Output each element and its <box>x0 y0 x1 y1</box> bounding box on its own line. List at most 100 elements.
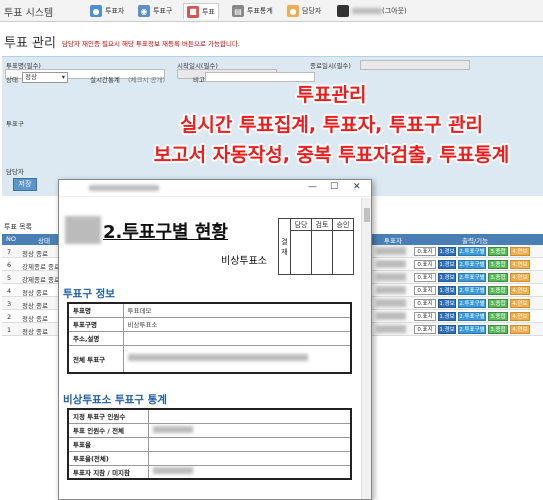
row-voter-redacted <box>376 286 406 294</box>
tab-voter[interactable]: ● 투표자 <box>87 3 127 19</box>
report-button[interactable]: 1.경보 <box>438 325 456 334</box>
all-button[interactable]: 3.종합 <box>488 299 508 308</box>
approval-col-2: 검토 <box>311 218 333 231</box>
voter-button[interactable]: 0.표지 <box>414 260 436 269</box>
precinct-stats-table: 지정 투표구 인원수 투표 인원수 / 전체 투표율 투표율(전체) 투표자 지… <box>67 408 352 480</box>
stats-row: 투표 인원수 / 전체 <box>68 423 351 438</box>
stats-label: 투표자 지참 / 미지참 <box>68 465 149 480</box>
page-note: 담당자 재인증 필요시 해당 투표정보 재등록 버튼으로 가능합니다. <box>62 40 240 48</box>
status-select-value: 정상 <box>25 73 37 81</box>
voter-button[interactable]: 0.표지 <box>414 299 436 308</box>
minimize-icon[interactable]: — <box>308 182 317 192</box>
stats-value-redacted <box>148 423 351 438</box>
precinct-button[interactable]: 2.투표구별 <box>458 312 486 321</box>
col-output: 출력/기능 <box>462 237 489 245</box>
stats-row: 투표율 <box>68 437 351 452</box>
stats-button[interactable]: 4.연보 <box>510 325 530 334</box>
info-label: 주소,설명 <box>68 331 124 346</box>
chart-icon: ▤ <box>232 5 244 17</box>
row-status: 정상 종료 <box>22 315 48 323</box>
report-button[interactable]: 1.경보 <box>438 299 456 308</box>
all-button[interactable]: 3.종합 <box>488 286 508 295</box>
voter-button[interactable]: 0.표지 <box>414 286 436 295</box>
popup-title-redacted <box>89 185 159 191</box>
stats-value-redacted <box>148 465 351 480</box>
tab-vote[interactable]: ■ 투표 <box>183 3 219 19</box>
person-icon: ● <box>287 5 299 17</box>
voter-button[interactable]: 0.표지 <box>414 312 436 321</box>
report-button[interactable]: 1.경보 <box>438 260 456 269</box>
end-date-input[interactable] <box>360 60 470 70</box>
precinct-label: 투표구 <box>6 120 24 128</box>
tab-statistics[interactable]: ▤ 투표통계 <box>229 3 276 19</box>
report-button[interactable]: 1.경보 <box>438 273 456 282</box>
user-name-redacted <box>352 8 382 14</box>
stats-value <box>148 409 351 424</box>
stats-button[interactable]: 4.연보 <box>510 299 530 308</box>
stats-button[interactable]: 4.연보 <box>510 312 530 321</box>
logout-label: (그아웃) <box>382 7 407 15</box>
info-row: 주소,설명 <box>68 331 351 346</box>
row-no: 7 <box>7 248 12 256</box>
list-title: 투표 목록 <box>4 223 32 231</box>
top-navigation: 투표 시스템 ● 투표자 ◉ 투표구 ■ 투표 ▤ 투표통계 ● 담당자 (그아… <box>0 0 543 22</box>
voter-button[interactable]: 0.표지 <box>414 325 436 334</box>
stats-button[interactable]: 4.연보 <box>510 247 530 256</box>
row-status: 정상 종료 <box>22 328 48 336</box>
stats-button[interactable]: 4.연보 <box>510 286 530 295</box>
precinct-button[interactable]: 2.투표구별 <box>458 325 486 334</box>
scrollbar-thumb[interactable] <box>364 208 370 222</box>
precinct-button[interactable]: 2.투표구별 <box>458 299 486 308</box>
logo-redacted <box>65 216 101 244</box>
report-button[interactable]: 1.경보 <box>438 312 456 321</box>
stats-button[interactable]: 4.연보 <box>510 260 530 269</box>
user-icon: ● <box>90 5 102 17</box>
row-status: 강제종료 종료 <box>22 276 60 284</box>
row-no: 2 <box>7 313 12 321</box>
approval-side-label: 결재 <box>278 218 291 275</box>
voter-button[interactable]: 0.표지 <box>414 273 436 282</box>
all-button[interactable]: 3.종합 <box>488 260 508 269</box>
maximize-icon[interactable]: ☐ <box>330 182 338 192</box>
stats-row: 지정 투표구 인원수 <box>68 409 351 424</box>
popup-titlebar[interactable]: — ☐ ✕ <box>59 180 371 197</box>
stats-row: 투표자 지참 / 미지참 <box>68 465 351 480</box>
all-button[interactable]: 3.종합 <box>488 312 508 321</box>
stats-button[interactable]: 4.연보 <box>510 273 530 282</box>
precinct-button[interactable]: 2.투표구별 <box>458 247 486 256</box>
stats-label: 투표율(전체) <box>68 451 149 466</box>
page-title: 투표 관리 <box>4 36 56 51</box>
row-no: 3 <box>7 300 12 308</box>
row-no: 6 <box>7 261 12 269</box>
ballot-icon: ■ <box>187 5 199 18</box>
tab-manager[interactable]: ● 담당자 <box>284 3 324 19</box>
col-no: NO <box>6 235 16 243</box>
precinct-button[interactable]: 2.투표구별 <box>458 260 486 269</box>
approval-sign-3[interactable] <box>332 230 354 275</box>
precinct-button[interactable]: 2.투표구별 <box>458 273 486 282</box>
popup-scrollbar[interactable] <box>361 198 371 499</box>
row-status: 강제종료 종료 <box>22 263 60 271</box>
voter-button[interactable]: 0.표지 <box>414 247 436 256</box>
avatar-icon <box>337 5 349 17</box>
report-button[interactable]: 1.경보 <box>438 286 456 295</box>
report-button[interactable]: 1.경보 <box>438 247 456 256</box>
precinct-button[interactable]: 2.투표구별 <box>458 286 486 295</box>
info-label: 투표구명 <box>68 317 124 332</box>
approval-sign-1[interactable] <box>290 230 312 275</box>
all-button[interactable]: 3.종합 <box>488 325 508 334</box>
row-voter-redacted <box>376 312 406 320</box>
stats-label: 투표 인원수 / 전체 <box>68 423 149 438</box>
close-icon[interactable]: ✕ <box>353 182 361 192</box>
stats-value <box>148 437 351 452</box>
save-button[interactable]: 저장 <box>13 178 37 191</box>
report-popup-window: — ☐ ✕ 2.투표구별 현황 비상투표소 결재 담당 검토 승인 투표구 정보… <box>58 179 372 500</box>
all-button[interactable]: 3.종합 <box>488 247 508 256</box>
user-logout[interactable]: (그아웃) <box>337 3 407 19</box>
row-no: 1 <box>7 326 12 334</box>
all-button[interactable]: 3.종합 <box>488 273 508 282</box>
tab-precinct[interactable]: ◉ 투표구 <box>135 3 175 19</box>
row-status: 정상 종료 <box>22 289 48 297</box>
approval-sign-2[interactable] <box>311 230 333 275</box>
tab-statistics-label: 투표통계 <box>247 7 273 15</box>
